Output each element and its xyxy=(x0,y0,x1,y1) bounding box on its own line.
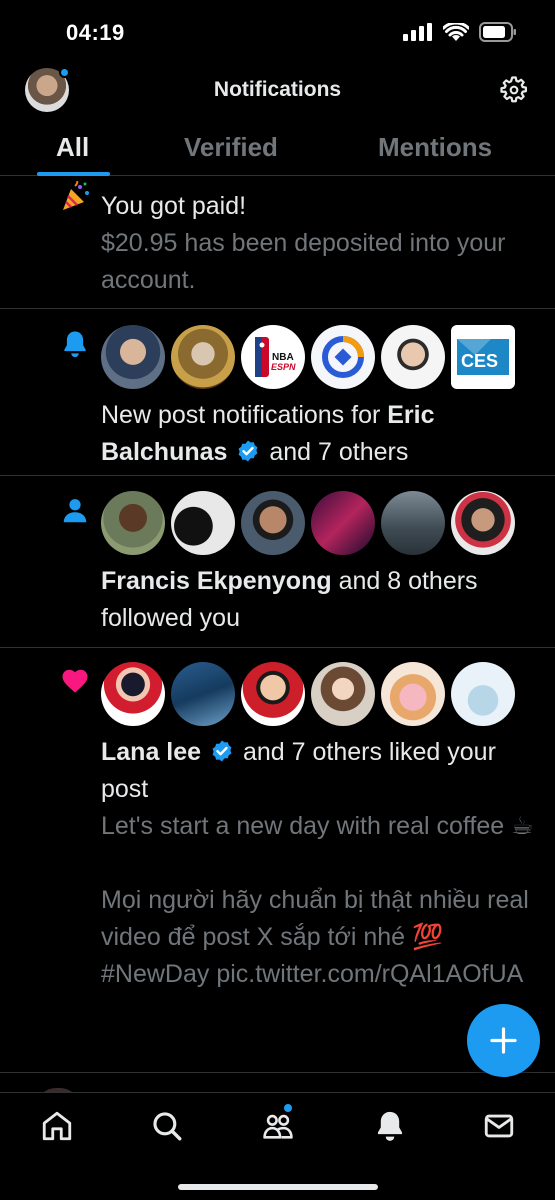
notification-detail: $20.95 has been deposited into your acco… xyxy=(101,229,506,294)
avatar-row xyxy=(101,491,535,555)
party-popper-icon xyxy=(63,181,89,210)
unread-dot xyxy=(59,67,70,78)
plus-icon xyxy=(490,1027,517,1054)
wifi-icon xyxy=(443,22,469,41)
avatar[interactable] xyxy=(381,325,445,389)
avatar[interactable] xyxy=(241,491,305,555)
avatar[interactable] xyxy=(101,662,165,726)
active-tab-indicator xyxy=(37,172,110,176)
ces-logo-icon: CES xyxy=(457,339,509,375)
heart-icon xyxy=(62,669,88,693)
person-icon xyxy=(63,499,87,523)
home-icon[interactable] xyxy=(40,1109,74,1143)
avatar[interactable] xyxy=(381,662,445,726)
svg-text:ESPN: ESPN xyxy=(271,362,296,372)
brand-logo-icon xyxy=(322,336,364,378)
nba-logo-icon: NBA ESPN xyxy=(255,337,296,377)
status-time: 04:19 xyxy=(66,20,125,45)
bell-icon[interactable] xyxy=(373,1109,407,1143)
notification-text: New post notifications for Eric Balchuna… xyxy=(101,397,535,471)
avatar[interactable] xyxy=(241,662,305,726)
avatar-row: NBA ESPN CES xyxy=(101,325,535,389)
bottom-nav xyxy=(0,1092,555,1200)
notification-follows[interactable]: Francis Ekpenyong and 8 others followed … xyxy=(0,476,555,648)
bell-icon xyxy=(64,331,86,358)
avatar[interactable] xyxy=(101,325,165,389)
avatar[interactable] xyxy=(381,491,445,555)
avatar-row xyxy=(101,662,535,726)
avatar[interactable] xyxy=(311,491,375,555)
notification-tabs: All Verified Mentions xyxy=(0,120,555,176)
svg-text:CES: CES xyxy=(461,351,498,371)
notification-text: Francis Ekpenyong and 8 others followed … xyxy=(101,563,535,637)
verified-badge-icon xyxy=(238,440,258,462)
status-icons xyxy=(403,22,517,42)
notification-feed: You got paid! $20.95 has been deposited … xyxy=(0,177,555,1073)
avatar[interactable] xyxy=(171,662,235,726)
notification-text: Lana lee and 7 others liked your post xyxy=(101,734,535,808)
user-name[interactable]: Lana lee xyxy=(101,738,201,766)
tab-all[interactable]: All xyxy=(56,132,89,163)
post-preview-line2: Mọi người hãy chuẩn bị thật nhiều real v… xyxy=(101,886,529,988)
compose-button[interactable] xyxy=(467,1004,540,1077)
notification-suffix: and 7 others xyxy=(262,438,409,466)
tab-mentions[interactable]: Mentions xyxy=(378,132,492,163)
avatar[interactable] xyxy=(311,662,375,726)
avatar-nba[interactable]: NBA ESPN xyxy=(241,325,305,389)
status-bar: 04:19 xyxy=(0,0,555,62)
page-title: Notifications xyxy=(213,78,342,101)
avatar[interactable] xyxy=(451,491,515,555)
signal-icon xyxy=(403,23,432,41)
communities-icon[interactable] xyxy=(261,1109,295,1143)
avatar[interactable] xyxy=(101,491,165,555)
notification-new-posts[interactable]: NBA ESPN CES New post notifications for … xyxy=(0,309,555,476)
post-preview-line1: Let's start a new day with real coffee ☕ xyxy=(101,812,534,840)
avatar[interactable] xyxy=(311,325,375,389)
notification-prefix: New post notifications for xyxy=(101,401,388,429)
header: Notifications xyxy=(0,62,555,118)
home-indicator xyxy=(178,1184,378,1190)
notification-payment[interactable]: You got paid! $20.95 has been deposited … xyxy=(0,177,555,309)
search-icon[interactable] xyxy=(150,1109,184,1143)
verified-badge-icon xyxy=(212,740,232,762)
battery-icon xyxy=(479,22,516,42)
gear-icon[interactable] xyxy=(499,75,529,105)
unread-dot xyxy=(284,1104,292,1112)
notification-title: You got paid! xyxy=(101,192,247,220)
avatar[interactable] xyxy=(171,325,235,389)
avatar[interactable] xyxy=(451,662,515,726)
tab-verified[interactable]: Verified xyxy=(184,132,278,163)
avatar[interactable] xyxy=(171,491,235,555)
avatar-ces[interactable]: CES xyxy=(451,325,515,389)
mail-icon[interactable] xyxy=(482,1109,516,1143)
user-name[interactable]: Francis Ekpenyong xyxy=(101,567,332,595)
